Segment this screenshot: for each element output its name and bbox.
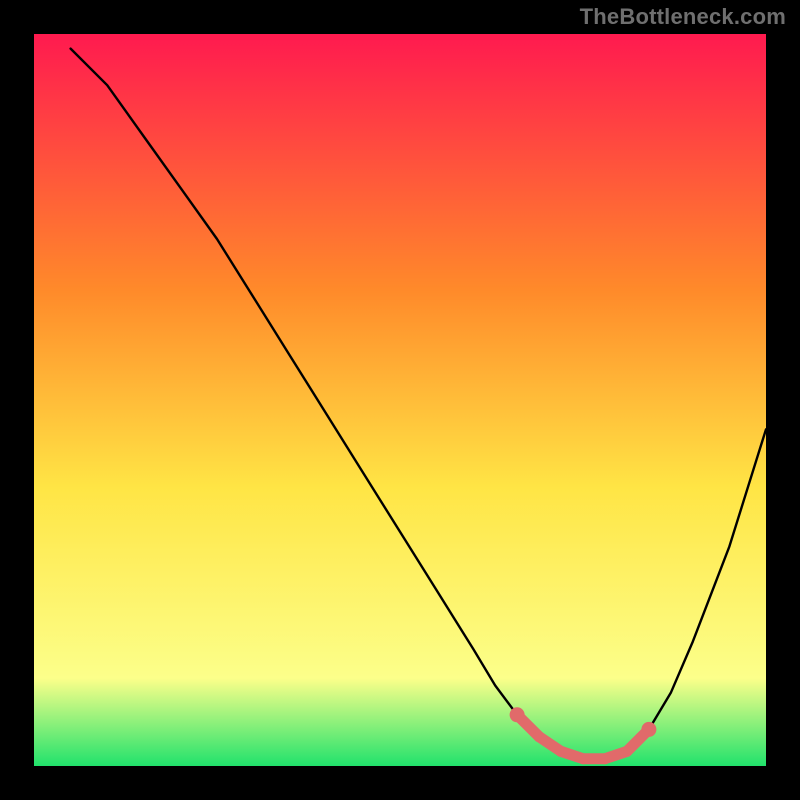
optimal-range-marker [534,731,545,742]
chart-plot-area [34,34,766,766]
optimal-range-marker [641,722,656,737]
optimal-range-marker [556,746,567,757]
gradient-background [34,34,766,766]
optimal-range-marker [600,753,611,764]
optimal-range-marker [510,707,525,722]
optimal-range-marker [621,746,632,757]
chart-frame: TheBottleneck.com [0,0,800,800]
chart-svg [34,34,766,766]
optimal-range-marker [578,753,589,764]
watermark-text: TheBottleneck.com [580,4,786,30]
